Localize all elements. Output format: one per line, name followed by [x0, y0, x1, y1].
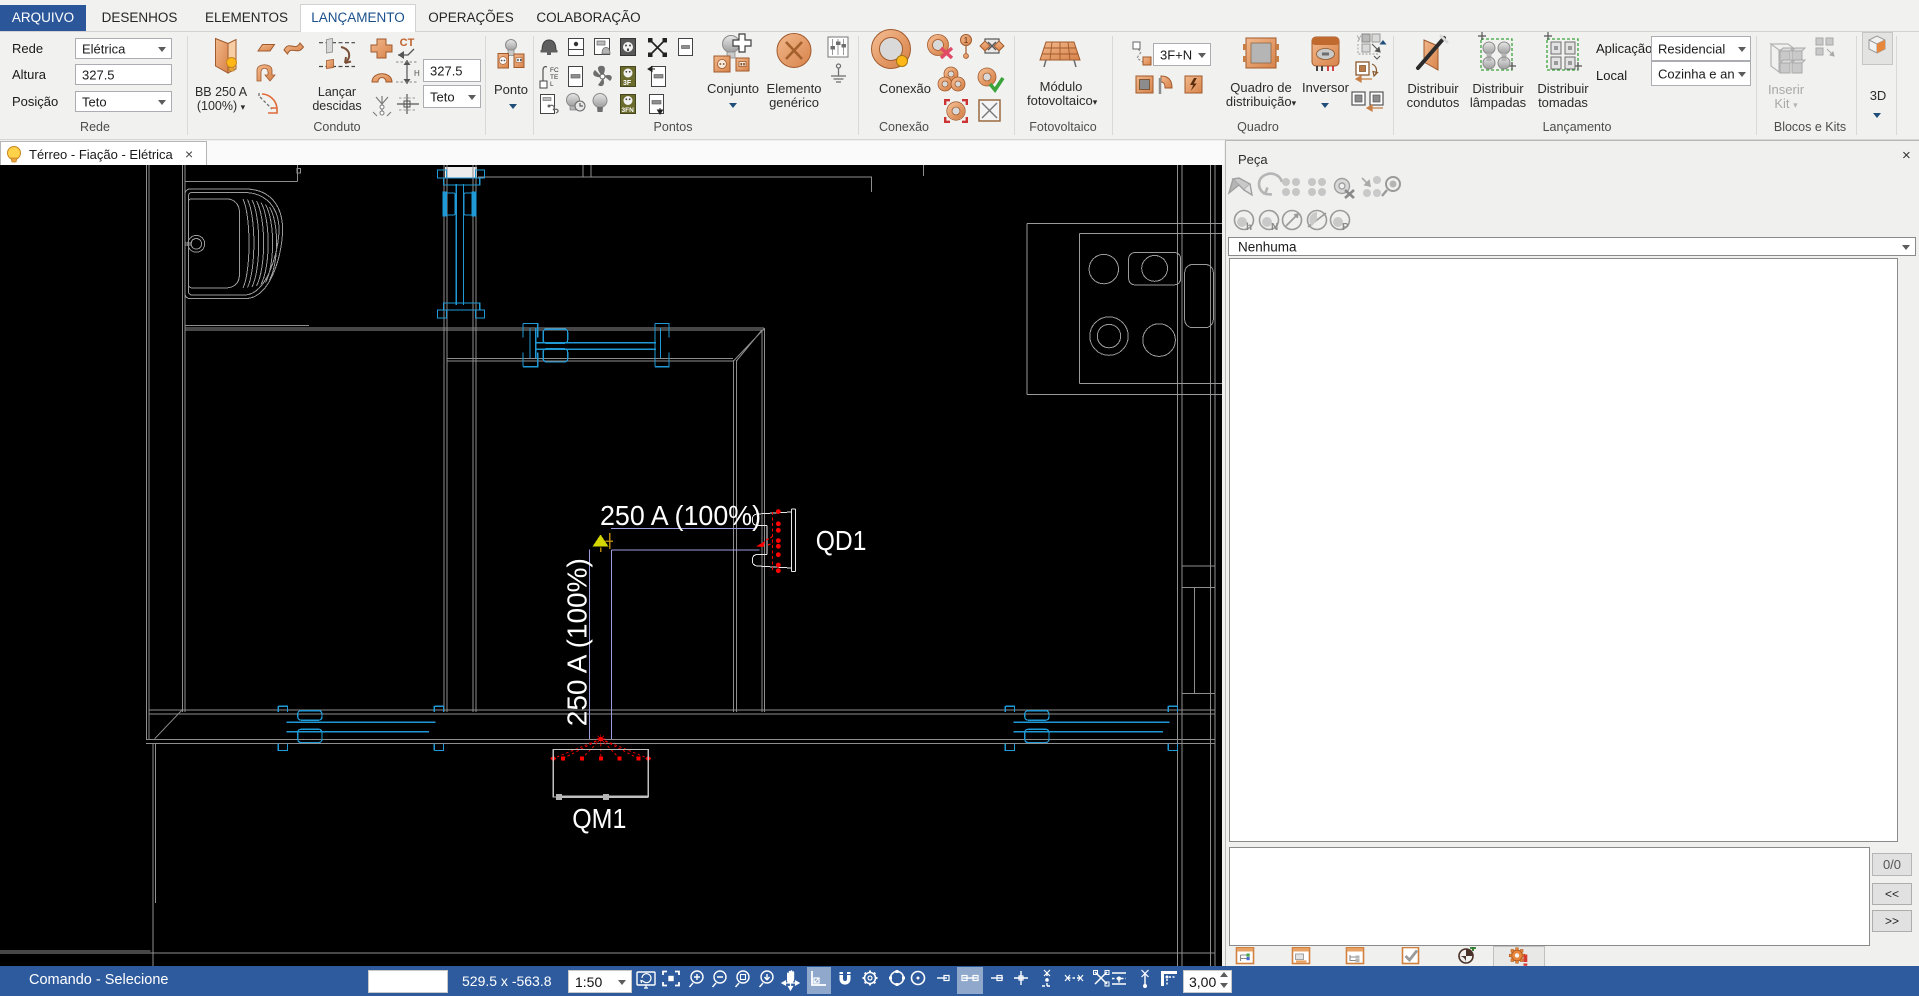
svg-text:FC: FC	[550, 67, 559, 74]
svg-text:CT: CT	[400, 37, 415, 49]
svg-text:250 A (100%): 250 A (100%)	[562, 558, 593, 726]
svg-text:3F: 3F	[623, 80, 632, 87]
svg-text:TE: TE	[550, 74, 559, 81]
svg-text:N: N	[1271, 222, 1278, 233]
svg-text:L: L	[550, 81, 554, 88]
svg-text:250 A (100%): 250 A (100%)	[600, 500, 761, 531]
svg-text:1: 1	[964, 36, 969, 45]
svg-text:QD1: QD1	[816, 525, 867, 556]
svg-text:y: y	[1357, 33, 1361, 42]
svg-text:H: H	[414, 69, 420, 78]
svg-text:QM1: QM1	[572, 803, 626, 834]
svg-text:h: h	[1246, 222, 1252, 233]
svg-text:P: P	[1342, 222, 1349, 233]
svg-text:3FN: 3FN	[622, 107, 635, 114]
